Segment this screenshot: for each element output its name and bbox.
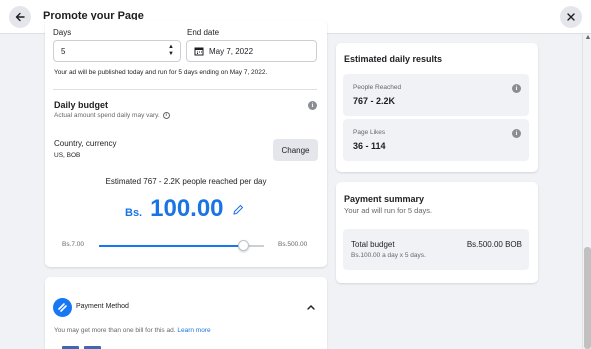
currency-symbol: Bs.	[125, 207, 143, 219]
budget-subtext: Actual amount spend daily may vary.	[54, 112, 160, 119]
change-button[interactable]: Change	[273, 139, 318, 161]
people-reached-box: People Reached 767 - 2.2K i	[343, 74, 529, 116]
page-likes-box: Page Likes 36 - 114 i	[343, 119, 529, 161]
info-icon[interactable]: i	[162, 112, 170, 119]
chevron-up-icon[interactable]	[306, 303, 316, 311]
country-currency-label: Country, currency	[54, 139, 117, 148]
divider	[53, 89, 317, 90]
people-reached-label: People Reached	[353, 84, 402, 91]
arrow-left-icon	[15, 12, 25, 22]
days-input[interactable]: 5 ▲ ▼	[53, 40, 181, 62]
total-budget-label: Total budget	[351, 240, 395, 249]
slider-max-label: Bs.500.00	[278, 241, 308, 248]
total-budget-value: Bs.500.00 BOB	[466, 240, 522, 249]
budget-card: Days End date 5 ▲ ▼ May 7, 2022 Your ad w…	[45, 20, 327, 267]
close-icon	[567, 13, 575, 21]
close-button[interactable]	[560, 6, 582, 28]
budget-amount-row: Bs. 100.00	[125, 195, 244, 223]
country-currency-value: US, BOB	[54, 152, 81, 159]
info-icon[interactable]: i	[308, 101, 317, 110]
scroll-up-icon[interactable]: ▲	[584, 34, 591, 42]
learn-more-link[interactable]: Learn more	[177, 327, 210, 334]
info-icon[interactable]: i	[512, 129, 521, 138]
pencil-icon[interactable]	[232, 204, 244, 216]
payment-summary-heading: Payment summary	[344, 194, 425, 204]
page-likes-label: Page Likes	[353, 129, 386, 136]
slider-fill	[99, 245, 244, 247]
page-likes-value: 36 - 114	[353, 141, 386, 151]
end-date-input[interactable]: May 7, 2022	[186, 40, 317, 62]
card-icon	[58, 303, 67, 312]
payment-method-icon	[53, 298, 72, 317]
back-button[interactable]	[9, 6, 31, 28]
estimate-text: Estimated 767 - 2.2K people reached per …	[105, 177, 267, 186]
estimated-results-heading: Estimated daily results	[344, 54, 443, 64]
payment-note-row: You may get more than one bill for this …	[54, 327, 211, 334]
end-date-label: End date	[187, 28, 220, 37]
stepper-icon[interactable]: ▲ ▼	[168, 44, 174, 58]
days-label: Days	[53, 28, 72, 37]
total-budget-detail: Bs.100.00 a day x 5 days.	[351, 252, 426, 259]
payment-method-title: Payment Method	[76, 303, 129, 310]
payment-method-card: Payment Method You may get more than one…	[45, 277, 327, 349]
budget-subtext-row: Actual amount spend daily may vary. i	[54, 112, 170, 119]
publish-note: Your ad will be published today and run …	[54, 69, 268, 76]
budget-slider[interactable]	[99, 240, 264, 251]
people-reached-value: 767 - 2.2K	[353, 96, 396, 106]
calendar-icon	[194, 47, 204, 56]
payment-note: You may get more than one bill for this …	[54, 327, 176, 334]
slider-min-label: Bs.7.00	[62, 241, 85, 248]
end-date-value: May 7, 2022	[209, 46, 254, 56]
payment-summary-subtext: Your ad will run for 5 days.	[344, 206, 433, 215]
days-value: 5	[61, 46, 66, 56]
budget-amount[interactable]: 100.00	[150, 195, 223, 223]
total-budget-box: Total budget Bs.500.00 BOB Bs.100.00 a d…	[343, 229, 529, 270]
daily-budget-heading: Daily budget	[54, 100, 109, 110]
scrollbar-thumb[interactable]	[584, 247, 591, 349]
info-icon[interactable]: i	[512, 84, 521, 93]
scrollbar[interactable]: ▲	[582, 34, 591, 349]
